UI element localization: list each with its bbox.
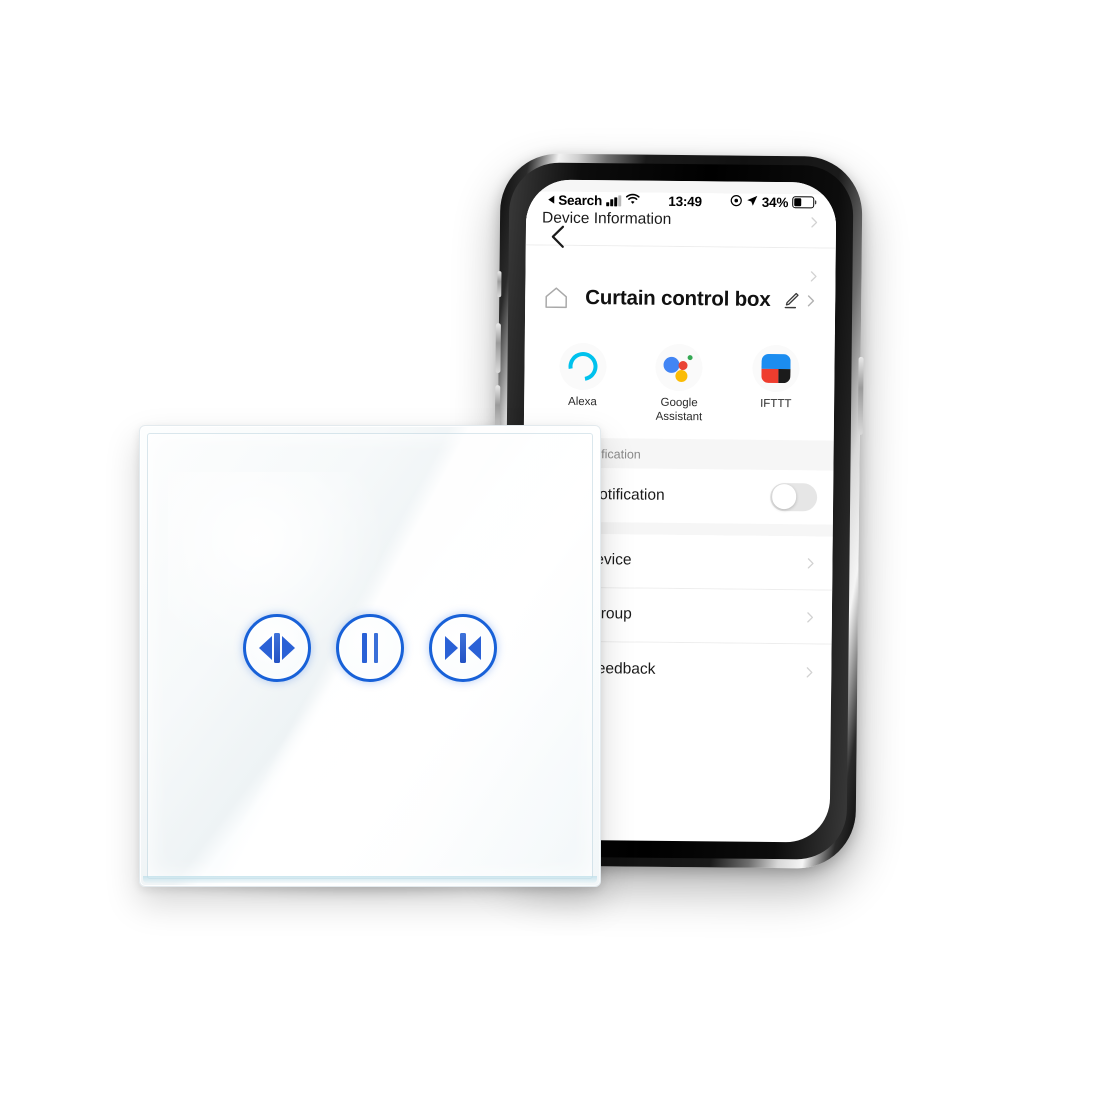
third-party-item-alexa[interactable]: Alexa <box>541 342 624 411</box>
wifi-icon <box>625 193 640 208</box>
curtain-switch-panel <box>139 425 601 887</box>
chevron-right-icon <box>807 269 819 282</box>
arrows-close-icon <box>445 633 481 663</box>
volume-up-button[interactable] <box>495 323 501 374</box>
cellular-signal-icon <box>606 194 622 206</box>
close-curtain-button[interactable] <box>429 614 497 682</box>
chevron-right-icon <box>804 294 817 307</box>
back-button[interactable] <box>542 220 576 254</box>
third-party-label: Alexa <box>568 395 597 409</box>
battery-icon <box>792 195 815 209</box>
pause-curtain-button[interactable] <box>336 614 404 682</box>
ifttt-icon <box>752 344 800 393</box>
home-outline-icon <box>541 283 571 313</box>
pause-icon <box>362 633 378 663</box>
google-assistant-icon <box>655 343 704 392</box>
open-curtain-button[interactable] <box>243 614 311 682</box>
chevron-right-icon <box>804 556 816 569</box>
third-party-icon-strip: Alexa Google Assistant IFTTT <box>523 329 835 441</box>
chevron-right-icon <box>804 610 816 623</box>
triangle-left-icon <box>548 195 555 204</box>
third-party-item-ifttt[interactable]: IFTTT <box>735 344 818 413</box>
location-arrow-icon <box>746 194 758 209</box>
touch-button-group <box>140 614 600 682</box>
device-title: Curtain control box <box>585 286 771 311</box>
pencil-edit-icon[interactable] <box>781 290 801 310</box>
offline-notification-toggle[interactable] <box>770 482 818 512</box>
device-header[interactable]: Curtain control box <box>524 263 836 335</box>
navigation-bar <box>526 213 836 260</box>
carrier-back-label: Search <box>558 192 603 208</box>
third-party-label: IFTTT <box>760 397 792 411</box>
arrows-open-icon <box>259 633 295 663</box>
status-bar-left: Search <box>548 192 640 208</box>
alexa-icon <box>559 342 607 391</box>
panel-glass-edge <box>143 876 597 883</box>
battery-percent-label: 34% <box>761 194 789 210</box>
status-bar-right: 34% <box>730 194 815 210</box>
power-button[interactable] <box>857 356 864 435</box>
third-party-label: Google Assistant <box>655 396 703 424</box>
chevron-right-icon <box>808 215 820 228</box>
status-bar-time: 13:49 <box>668 193 702 209</box>
status-bar: Search 13:49 34% <box>526 179 836 216</box>
chevron-right-icon <box>803 665 815 678</box>
silent-switch-button[interactable] <box>497 271 502 298</box>
alarm-clock-icon <box>730 194 742 209</box>
third-party-item-google-assistant[interactable]: Google Assistant <box>638 343 721 425</box>
